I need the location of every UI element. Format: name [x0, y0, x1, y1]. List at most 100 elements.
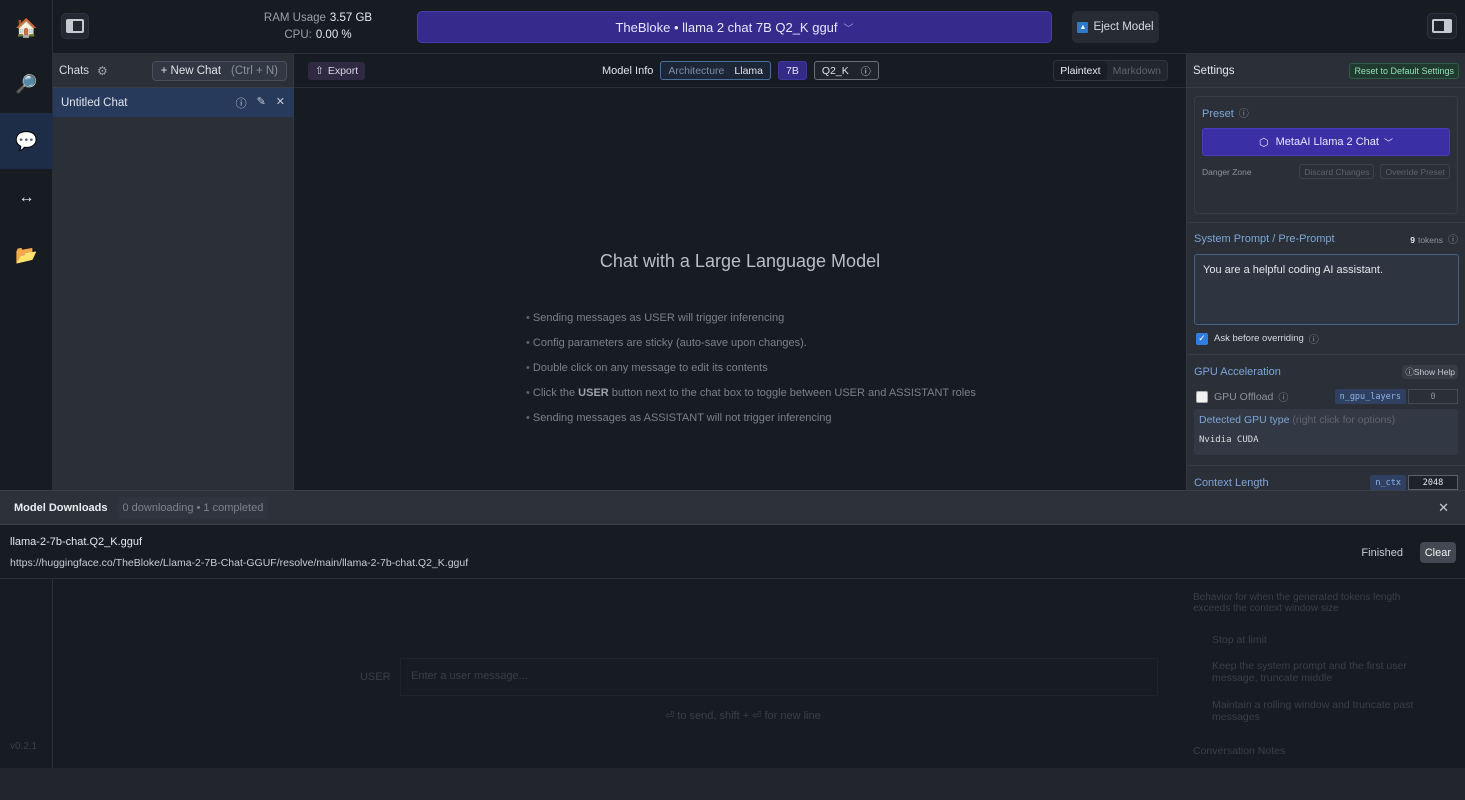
- gpu-offload-row: GPU Offload ⓘ n_gpu_layers 0: [1187, 379, 1465, 404]
- close-icon[interactable]: ✕: [1438, 500, 1449, 516]
- ram-value: 3.57 GB: [329, 12, 373, 24]
- nav-server[interactable]: ↔: [0, 170, 53, 226]
- arrows-horizontal-icon: ↔: [18, 189, 35, 206]
- tips-list: Sending messages as USER will trigger in…: [526, 312, 976, 437]
- danger-zone: Danger Zone Discard Changes Override Pre…: [1202, 164, 1450, 179]
- download-filename: llama-2-7b-chat.Q2_K.gguf: [10, 536, 143, 548]
- settings-panel: Settings Reset to Default Settings Prese…: [1186, 54, 1465, 490]
- tip-item: Sending messages as USER will trigger in…: [526, 312, 976, 337]
- settings-title: Settings: [1193, 64, 1235, 77]
- show-help-label: Show Help: [1413, 367, 1455, 377]
- app-window: 🏠 🔎 💬 ↔ 📂 RAM Usage 3.57 GB CPU: 0.00 % Th…: [0, 0, 1465, 800]
- new-chat-shortcut: (Ctrl + N): [231, 64, 278, 77]
- model-info: Model Info Architecture Llama 7B Q2_K ⓘ: [602, 61, 879, 80]
- info-icon[interactable]: ⓘ: [236, 95, 247, 111]
- settings-header: Settings Reset to Default Settings: [1187, 54, 1465, 88]
- download-url: https://huggingface.co/TheBloke/Llama-2-…: [10, 557, 469, 569]
- n-gpu-layers-input[interactable]: 0: [1408, 389, 1458, 404]
- nav-chat[interactable]: 💬: [0, 113, 53, 169]
- export-button[interactable]: ⇧ Export: [308, 62, 366, 80]
- token-count-value: 9: [1410, 235, 1415, 245]
- downloads-bar: Model Downloads 0 downloading • 1 comple…: [0, 490, 1465, 525]
- chat-icon: 💬: [15, 130, 38, 151]
- preset-label: Preset: [1202, 108, 1234, 120]
- nav-home[interactable]: 🏠: [0, 0, 53, 56]
- eject-icon: ▲: [1077, 21, 1089, 33]
- detected-gpu-box[interactable]: Detected GPU type (right click for optio…: [1194, 409, 1458, 455]
- quantization-value: Q2_K: [821, 64, 849, 77]
- ask-before-overriding-checkbox[interactable]: ✓: [1196, 332, 1208, 345]
- chat-toolbar: ⇧ Export Model Info Architecture Llama 7…: [294, 54, 1186, 88]
- chats-panel: Chats ⚙ + New Chat (Ctrl + N) Untitled C…: [53, 54, 294, 490]
- n-ctx-key: n_ctx: [1370, 475, 1406, 490]
- eject-label: Eject Model: [1093, 21, 1154, 33]
- ask-before-overriding-label: Ask before overriding: [1214, 333, 1304, 344]
- ask-before-overriding-row: ✓ Ask before overriding ⓘ: [1187, 325, 1465, 346]
- nav-my-models[interactable]: 📂: [0, 227, 53, 283]
- help-icon: ⓘ: [1405, 367, 1414, 377]
- sidebar-right-icon: [1432, 19, 1452, 33]
- info-icon: ⓘ: [1278, 393, 1289, 404]
- chevron-down-icon: ﹀: [843, 23, 854, 35]
- tip-item: Double click on any message to edit its …: [526, 362, 976, 387]
- context-length-label: Context Length: [1194, 476, 1269, 489]
- chat-title: Untitled Chat: [61, 96, 128, 109]
- ram-label: RAM Usage: [263, 12, 326, 24]
- export-label: Export: [327, 65, 359, 77]
- architecture-value: Llama: [734, 64, 764, 77]
- gpu-offload-label: GPU Offload: [1214, 390, 1274, 403]
- clear-download-button[interactable]: Clear: [1419, 542, 1456, 563]
- system-prompt-header: System Prompt / Pre-Prompt 9 tokens ⓘ: [1187, 223, 1465, 247]
- info-icon: ⓘ: [860, 67, 871, 78]
- gpu-offload-checkbox[interactable]: [1196, 390, 1208, 403]
- download-item: llama-2-7b-chat.Q2_K.gguf https://huggin…: [0, 525, 1465, 579]
- model-info-label: Model Info: [602, 64, 654, 77]
- close-icon[interactable]: ✕: [276, 95, 285, 111]
- eject-model-button[interactable]: ▲ Eject Model: [1072, 11, 1159, 43]
- tip-bold: USER: [578, 387, 609, 399]
- info-icon: ⓘ: [1238, 109, 1249, 120]
- chat-list-item[interactable]: Untitled Chat ⓘ ✎ ✕: [53, 88, 293, 117]
- system-prompt-input[interactable]: You are a helpful coding AI assistant.: [1194, 254, 1459, 325]
- tip-text: Click the: [532, 387, 579, 399]
- context-length-row: Context Length n_ctx 2048: [1187, 466, 1465, 490]
- cpu-value: 0.00 %: [315, 29, 352, 41]
- info-icon: ⓘ: [1308, 335, 1319, 346]
- chats-title: Chats: [59, 64, 90, 77]
- cube-icon: ⬡: [1259, 136, 1269, 149]
- discard-changes-button[interactable]: Discard Changes: [1299, 164, 1375, 179]
- n-ctx-input[interactable]: 2048: [1408, 475, 1458, 490]
- download-state: Finished: [1361, 547, 1403, 559]
- tip-text: button next to the chat box to toggle be…: [608, 387, 976, 399]
- gear-icon[interactable]: ⚙: [97, 64, 108, 78]
- tip-item: Click the USER button next to the chat b…: [526, 387, 976, 412]
- token-count: 9 tokens ⓘ: [1410, 231, 1458, 246]
- detected-gpu-label: Detected GPU type: [1199, 414, 1290, 426]
- detected-gpu-hint: (right click for options): [1292, 414, 1396, 426]
- model-selector[interactable]: TheBloke • llama 2 chat 7B Q2_K gguf ﹀: [417, 11, 1052, 43]
- nav-search[interactable]: 🔎: [0, 56, 53, 112]
- gpu-header: GPU Acceleration ⓘ Show Help: [1187, 355, 1465, 379]
- reset-settings-button[interactable]: Reset to Default Settings: [1349, 62, 1459, 79]
- new-chat-label: + New Chat: [160, 64, 222, 77]
- edit-icon[interactable]: ✎: [257, 95, 266, 111]
- tip-item: Config parameters are sticky (auto-save …: [526, 337, 976, 362]
- toggle-right-sidebar-button[interactable]: [1427, 13, 1457, 39]
- danger-zone-label: Danger Zone: [1202, 166, 1252, 177]
- override-preset-button[interactable]: Override Preset: [1380, 164, 1450, 179]
- param-size-tag: 7B: [778, 61, 807, 80]
- plaintext-option[interactable]: Plaintext: [1054, 61, 1107, 80]
- sidebar-icon: [66, 19, 84, 33]
- preset-selector[interactable]: ⬡ MetaAI Llama 2 Chat ﹀: [1202, 128, 1450, 156]
- folder-icon: 📂: [15, 244, 38, 265]
- quantization-tag[interactable]: Q2_K ⓘ: [813, 61, 879, 80]
- chat-main: ⇧ Export Model Info Architecture Llama 7…: [294, 54, 1186, 490]
- info-icon: ⓘ: [1448, 235, 1458, 246]
- new-chat-button[interactable]: + New Chat (Ctrl + N): [151, 60, 287, 81]
- cpu-label: CPU:: [284, 29, 312, 41]
- preset-section: Preset ⓘ ⬡ MetaAI Llama 2 Chat ﹀ Danger Z…: [1194, 96, 1458, 214]
- show-help-button[interactable]: ⓘ Show Help: [1402, 365, 1458, 379]
- format-toggle: Plaintext Markdown: [1053, 60, 1168, 81]
- markdown-option[interactable]: Markdown: [1107, 61, 1167, 80]
- toggle-left-sidebar-button[interactable]: [61, 13, 89, 39]
